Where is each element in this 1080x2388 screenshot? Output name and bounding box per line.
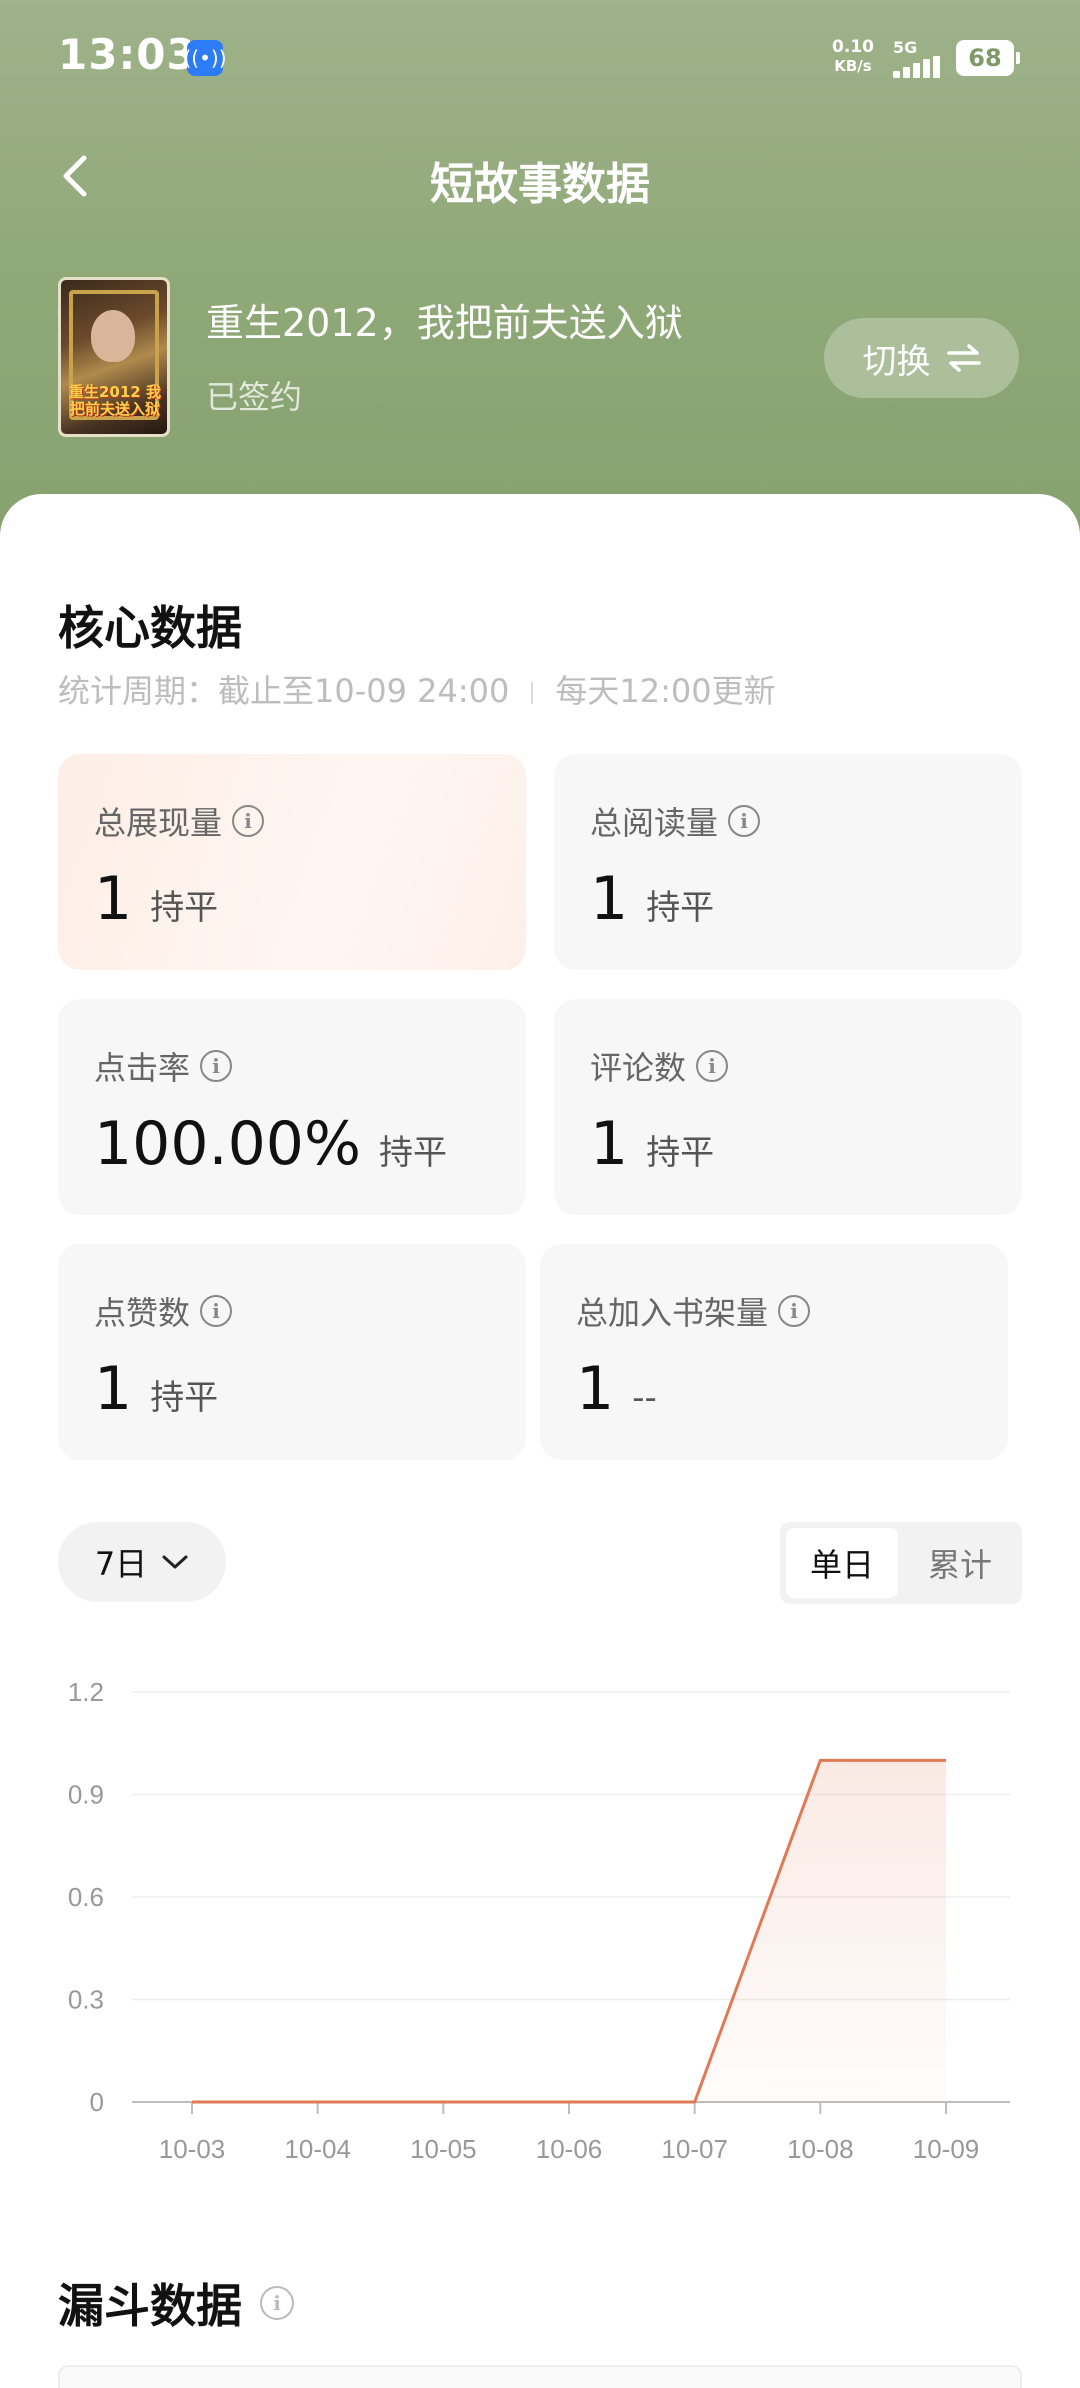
metric-value-row: 1 -- [576,1354,657,1424]
stat-update-time: 每天12:00更新 [555,672,776,710]
trend-chart: 0 0.3 0.6 0.9 1.2 10-03 10-04 10-05 10-06 10-07 10… [68,1677,1010,2164]
info-icon[interactable]: i [200,1295,233,1327]
x-tick-label: 10-03 [159,2134,226,2164]
toggle-daily[interactable]: 单日 [786,1528,898,1598]
metric-card-bookshelf[interactable]: 总加入书架量 i 1 -- [540,1244,1008,1460]
switch-label: 切换 [862,341,931,382]
metric-label: 点击率 [94,1049,191,1087]
metric-value: 1 [590,864,629,934]
metric-value-row: 1 持平 [590,1109,714,1179]
x-tick-label: 10-09 [913,2134,980,2164]
book-cover[interactable]: 重生2012 我把前夫送入狱 [58,277,170,437]
status-time: 13:03 [58,30,197,79]
metric-label: 总阅读量 [590,804,719,842]
x-tick-label: 10-07 [661,2134,728,2164]
info-icon[interactable]: i [232,805,265,837]
info-icon[interactable]: i [260,2286,294,2320]
toggle-cumulative[interactable]: 累计 [904,1528,1016,1598]
metric-label: 点赞数 [94,1294,191,1332]
metric-change: 持平 [150,888,219,928]
metric-label-wrap: 总展现量 i [94,798,265,844]
stat-period: 统计周期：截止至10-09 24:00 每天12:00更新 [58,666,776,712]
y-tick-label: 0.3 [68,1985,104,2015]
stat-period-range: 统计周期：截止至10-09 24:00 [58,672,510,710]
metric-card-ctr[interactable]: 点击率 i 100.00% 持平 [58,999,526,1215]
switch-button[interactable]: 切换 [824,318,1019,398]
battery-icon: 68 [956,40,1020,76]
metric-label-wrap: 点赞数 i [94,1288,233,1334]
funnel-table [58,2365,1022,2388]
metric-value-row: 1 持平 [590,864,714,934]
cover-caption: 重生2012 我把前夫送入狱 [69,383,161,418]
metric-value-row: 1 持平 [94,864,218,934]
metric-value: 1 [94,864,133,934]
y-tick-label: 1.2 [68,1677,104,1707]
status-bar: 13:03 ((•)) 0.10 KB/s 5G 68 [0,0,1080,115]
metric-value-row: 1 持平 [94,1354,218,1424]
range-label: 7日 [94,1545,148,1583]
metric-card-impressions[interactable]: 总展现量 i 1 持平 [58,754,526,970]
hotspot-icon: ((•)) [184,40,227,76]
metric-value: 1 [590,1109,629,1179]
signal-icon [893,56,943,78]
network-speed: 0.10 KB/s [832,38,874,76]
metric-change: 持平 [646,888,715,928]
info-icon[interactable]: i [778,1295,811,1327]
metric-label: 评论数 [590,1049,687,1087]
network-speed-value: 0.10 [832,37,874,57]
metric-change: -- [632,1378,657,1418]
metric-value: 100.00% [94,1109,361,1179]
metric-label-wrap: 总阅读量 i [590,798,761,844]
info-icon[interactable]: i [200,1050,233,1082]
network-type: 5G [893,38,918,57]
network-speed-unit: KB/s [834,57,872,75]
info-icon[interactable]: i [728,805,761,837]
funnel-title: 漏斗数据 i [58,2270,294,2336]
metric-change: 持平 [646,1133,715,1173]
y-tick-label: 0 [90,2087,104,2117]
metric-value: 1 [576,1354,615,1424]
metric-value: 1 [94,1354,133,1424]
metric-label-wrap: 评论数 i [590,1043,729,1089]
swap-icon [946,344,981,372]
page-title: 短故事数据 [430,159,650,210]
book-status: 已签约 [206,378,303,416]
metric-value-row: 100.00% 持平 [94,1109,447,1179]
x-tick-label: 10-06 [536,2134,603,2164]
x-tick-label: 10-05 [410,2134,477,2164]
metric-change: 持平 [378,1133,447,1173]
y-tick-label: 0.9 [68,1780,104,1810]
core-data-title: 核心数据 [58,601,242,655]
metric-card-reads[interactable]: 总阅读量 i 1 持平 [554,754,1022,970]
x-tick-label: 10-04 [284,2134,351,2164]
info-icon[interactable]: i [696,1050,729,1082]
metric-card-comments[interactable]: 评论数 i 1 持平 [554,999,1022,1215]
metric-card-likes[interactable]: 点赞数 i 1 持平 [58,1244,526,1460]
y-tick-label: 0.6 [68,1882,104,1912]
metric-label: 总展现量 [94,804,223,842]
cover-figure [91,310,135,362]
metric-label-wrap: 总加入书架量 i [576,1288,811,1334]
metric-change: 持平 [150,1378,219,1418]
chevron-down-icon [162,1555,188,1569]
funnel-title-text: 漏斗数据 [58,2279,242,2333]
series-area [192,1760,946,2102]
metric-label-wrap: 点击率 i [94,1043,233,1089]
range-dropdown[interactable]: 7日 [58,1522,226,1602]
book-title: 重生2012，我把前夫送入狱 [206,301,683,345]
mode-toggle: 单日 累计 [780,1522,1022,1604]
x-tick-label: 10-08 [787,2134,854,2164]
divider [531,682,534,704]
metric-label: 总加入书架量 [576,1294,769,1332]
